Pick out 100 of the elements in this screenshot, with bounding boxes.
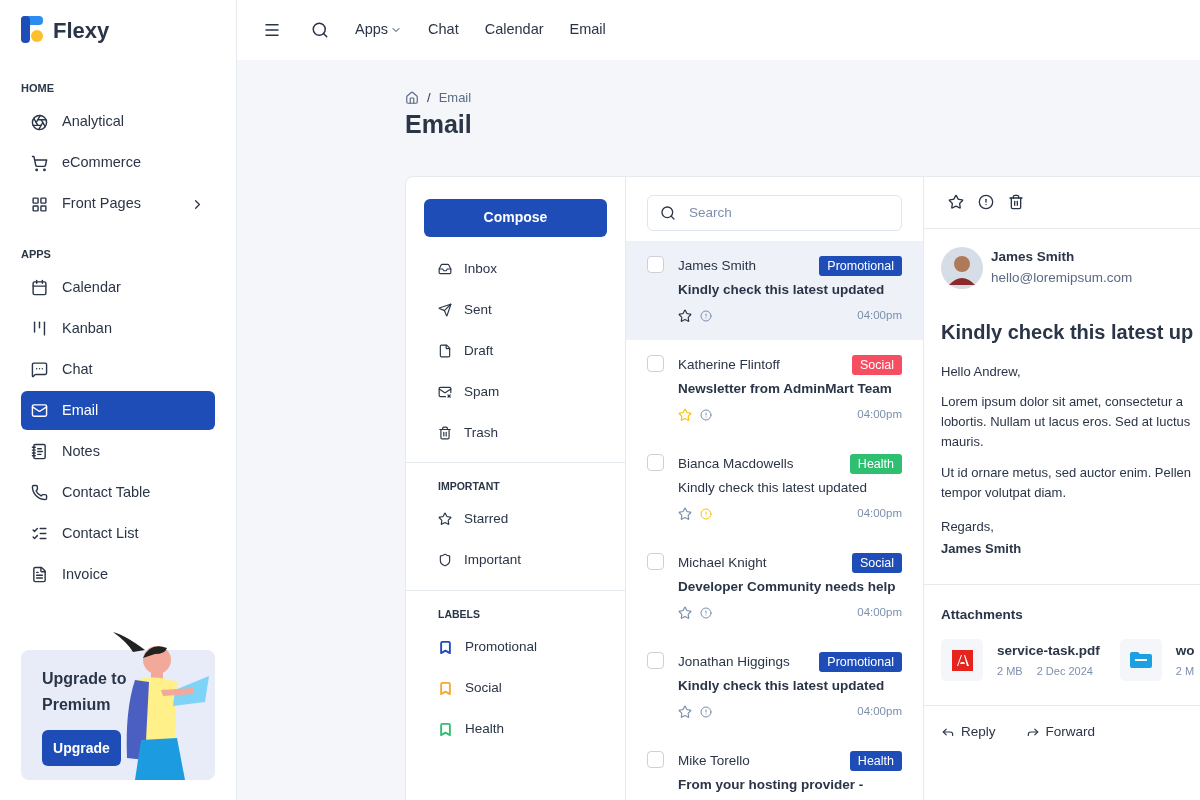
- folder-item[interactable]: Inbox: [424, 248, 607, 290]
- folder-item[interactable]: Important: [424, 539, 607, 581]
- email-time: 04:00pm: [857, 308, 902, 323]
- file-name: wo: [1175, 641, 1195, 660]
- shield-icon: [438, 552, 452, 567]
- sender-name: Bianca Macdowells: [678, 454, 794, 473]
- folder-item[interactable]: Draft: [424, 330, 607, 372]
- star-icon[interactable]: [678, 308, 692, 323]
- email-regards: Regards,: [941, 518, 995, 536]
- menu-icon[interactable]: [263, 21, 281, 39]
- email-item[interactable]: James Smith Promotional Kindly check this latest updated 04:00pm: [626, 240, 923, 340]
- nav-link[interactable]: Calendar: [484, 19, 544, 41]
- file-size: 2 MB: [997, 664, 1023, 680]
- folder-item[interactable]: Trash: [424, 412, 607, 454]
- file-icon: [438, 344, 452, 358]
- email-time: 04:00pm: [857, 506, 902, 521]
- nav-link[interactable]: Apps: [355, 19, 403, 41]
- brand-name: Flexy: [53, 16, 110, 45]
- file-date: 2 Dec 2024: [1036, 664, 1093, 680]
- search-icon: [660, 204, 676, 221]
- sender-name: Katherine Flintoff: [678, 355, 780, 374]
- sidebar-item[interactable]: Calendar: [21, 268, 215, 307]
- phone-icon: [31, 484, 48, 501]
- file-name: service-task.pdf: [997, 641, 1100, 660]
- sidebar-item[interactable]: Invoice: [21, 555, 215, 594]
- star-icon[interactable]: [948, 194, 964, 210]
- email-paragraph: Lorem ipsum dolor sit amet, consectetur a lobortis. Nullam ut lacus eros. Sed at luctus mauris.: [941, 393, 1192, 451]
- forward-button[interactable]: Forward: [1025, 722, 1096, 743]
- star-icon[interactable]: [678, 506, 692, 521]
- label-item[interactable]: Health: [424, 709, 607, 750]
- email-time: 04:00pm: [857, 407, 902, 422]
- folder-item[interactable]: Spam: [424, 371, 607, 413]
- email-subject: Newsletter from AdminMart Team: [678, 379, 893, 398]
- sender-email: hello@loremipsum.com: [991, 268, 1133, 287]
- email-subject: Kindly check this latest updated: [678, 478, 869, 497]
- email-paragraph: Ut id ornare metus, sed auctor enim. Pellen tempor volutpat diam.: [941, 464, 1192, 502]
- attachments-heading: Attachments: [941, 606, 1024, 624]
- star-icon[interactable]: [678, 605, 692, 620]
- sidebar-item[interactable]: Kanban: [21, 309, 215, 348]
- section-heading: APPS: [21, 246, 52, 262]
- home-icon[interactable]: [405, 90, 419, 105]
- promo-title: Upgrade to Premium: [42, 669, 128, 715]
- sender-name: Michael Knight: [678, 553, 767, 572]
- email-subject: Kindly check this latest up: [941, 319, 1195, 345]
- notes-icon: [31, 443, 48, 460]
- mail-icon: [438, 385, 452, 399]
- email-subject: Kindly check this latest updated: [678, 280, 886, 299]
- sidebar-item[interactable]: Email: [21, 391, 215, 430]
- checkbox[interactable]: [647, 750, 664, 768]
- label-item[interactable]: Promotional: [424, 627, 607, 668]
- folder-item[interactable]: Starred: [424, 498, 607, 540]
- trash-icon: [438, 426, 452, 440]
- section-heading: LABELS: [437, 607, 481, 623]
- nav-link[interactable]: Email: [569, 19, 606, 41]
- sidebar-item[interactable]: Chat: [21, 350, 215, 389]
- grid-icon: [31, 195, 48, 213]
- compose-button[interactable]: Compose: [424, 198, 607, 237]
- nav-link[interactable]: Chat: [428, 19, 459, 41]
- breadcrumb-current: Email: [438, 89, 472, 107]
- avatar: [941, 246, 983, 289]
- upgrade-button[interactable]: Upgrade: [42, 730, 121, 766]
- kanban-icon: [31, 320, 48, 337]
- star-icon[interactable]: [678, 704, 692, 719]
- chat-icon: [31, 361, 48, 378]
- sender-name: Jonathan Higgings: [678, 652, 790, 671]
- checkbox[interactable]: [647, 354, 664, 372]
- email-tag: Social: [851, 354, 902, 375]
- sender-name: Mike Torello: [678, 751, 750, 770]
- sender-name: James Smith: [991, 248, 1076, 267]
- trash-icon[interactable]: [1008, 194, 1024, 210]
- search-icon[interactable]: [311, 21, 329, 39]
- sidebar-item[interactable]: eCommerce: [21, 143, 215, 183]
- reply-button[interactable]: Reply: [941, 722, 996, 743]
- checkbox[interactable]: [647, 255, 664, 273]
- email-tag: Health: [849, 453, 902, 474]
- search-field[interactable]: Search: [647, 194, 902, 231]
- sidebar-item[interactable]: Notes: [21, 432, 215, 471]
- sidebar-item[interactable]: Contact Table: [21, 473, 215, 512]
- page-title: Email: [405, 108, 473, 140]
- send-icon: [438, 303, 452, 317]
- sidebar-item[interactable]: Analytical: [21, 102, 215, 142]
- list-icon: [31, 525, 48, 542]
- sender-name: James Smith: [678, 256, 757, 275]
- checkbox[interactable]: [647, 453, 664, 471]
- folder-item[interactable]: Sent: [424, 289, 607, 331]
- inbox-icon: [438, 262, 452, 276]
- file-size: 2 M: [1175, 664, 1195, 680]
- mail-icon: [31, 402, 48, 419]
- important-icon[interactable]: [978, 194, 994, 210]
- checkbox[interactable]: [647, 651, 664, 669]
- sidebar-item[interactable]: Front Pages: [21, 184, 215, 224]
- section-heading: HOME: [21, 81, 55, 96]
- label-item[interactable]: Social: [424, 668, 607, 709]
- star-icon: [438, 511, 452, 526]
- checkbox[interactable]: [647, 552, 664, 570]
- document-icon: [31, 566, 48, 583]
- email-signature: James Smith: [941, 539, 1023, 558]
- sidebar-item[interactable]: Contact List: [21, 514, 215, 553]
- email-time: 04:00pm: [857, 704, 902, 719]
- aperture-icon: [31, 113, 48, 131]
